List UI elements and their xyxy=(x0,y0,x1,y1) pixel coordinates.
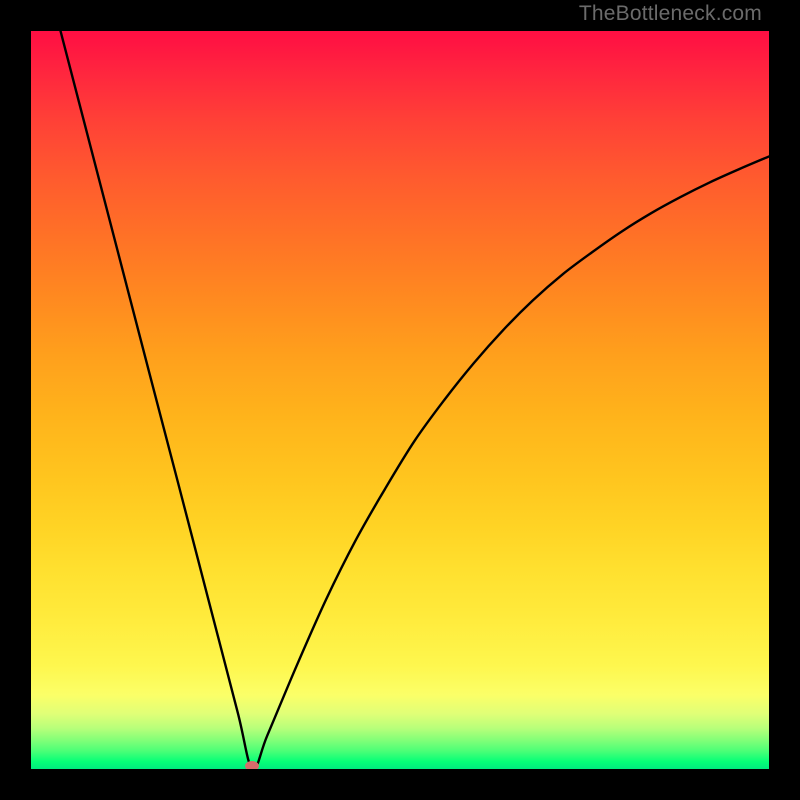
bottleneck-curve xyxy=(31,31,769,769)
chart-frame: TheBottleneck.com xyxy=(0,0,800,800)
minimum-marker xyxy=(245,761,259,769)
plot-area xyxy=(31,31,769,769)
watermark-text: TheBottleneck.com xyxy=(579,2,762,26)
